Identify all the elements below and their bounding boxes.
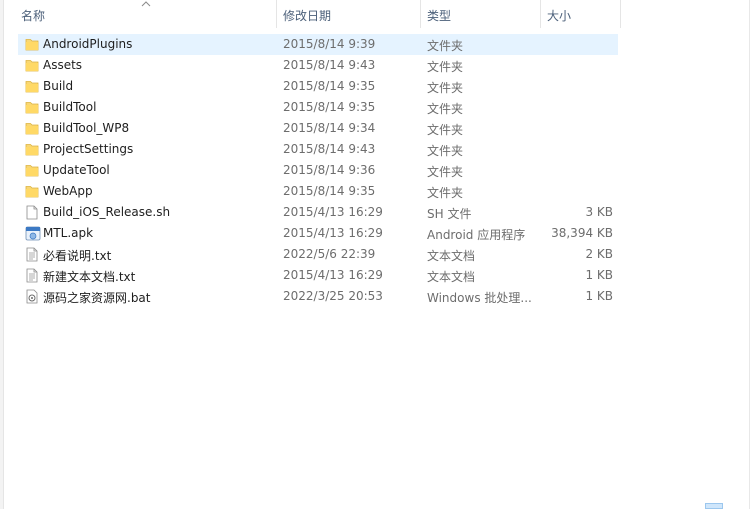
file-modified-date: 2015/8/14 9:43 <box>283 58 376 72</box>
file-type: 文件夹 <box>427 102 464 116</box>
file-name: MTL.apk <box>43 226 94 240</box>
file-row[interactable]: Assets 2015/8/14 9:43 文件夹 <box>18 55 618 76</box>
folder-icon <box>25 163 39 178</box>
file-row[interactable]: 新建文本文档.txt 2015/4/13 16:29 文本文档 1 KB <box>18 265 618 286</box>
file-name: Build_iOS_Release.sh <box>43 205 171 219</box>
file-row[interactable]: Build 2015/8/14 9:35 文件夹 <box>18 76 618 97</box>
file-modified-date: 2015/4/13 16:29 <box>283 268 383 282</box>
batch-file-icon <box>25 289 39 304</box>
left-pane-edge <box>0 0 4 509</box>
file-modified-date: 2015/8/14 9:43 <box>283 142 376 156</box>
column-header-type[interactable]: 类型 <box>421 0 541 28</box>
file-row[interactable]: AndroidPlugins 2015/8/14 9:39 文件夹 <box>18 34 618 55</box>
file-name: 新建文本文档.txt <box>43 270 136 284</box>
file-row[interactable]: BuildTool 2015/8/14 9:35 文件夹 <box>18 97 618 118</box>
file-name: WebApp <box>43 184 93 198</box>
file-type: 文件夹 <box>427 165 464 179</box>
file-icon <box>25 205 39 220</box>
file-modified-date: 2015/8/14 9:36 <box>283 163 376 177</box>
text-file-icon <box>25 268 39 283</box>
column-header-bar: 名称 修改日期 类型 大小 <box>0 0 622 28</box>
file-size: 1 KB <box>585 289 613 303</box>
file-modified-date: 2015/8/14 9:35 <box>283 79 376 93</box>
file-modified-date: 2015/8/14 9:35 <box>283 184 376 198</box>
file-type: 文本文档 <box>427 249 476 263</box>
file-type: 文件夹 <box>427 186 464 200</box>
file-type: SH 文件 <box>427 207 472 221</box>
file-row[interactable]: MTL.apk 2015/4/13 16:29 Android 应用程序 38,394… <box>18 223 618 244</box>
file-modified-date: 2015/8/14 9:35 <box>283 100 376 114</box>
file-name: AndroidPlugins <box>43 37 133 51</box>
file-modified-date: 2015/8/14 9:34 <box>283 121 376 135</box>
file-name: 源码之家资源网.bat <box>43 291 151 305</box>
file-type: 文件夹 <box>427 39 464 53</box>
folder-icon <box>25 37 39 52</box>
file-name: Assets <box>43 58 83 72</box>
file-modified-date: 2022/5/6 22:39 <box>283 247 376 261</box>
folder-icon <box>25 121 39 136</box>
file-modified-date: 2015/4/13 16:29 <box>283 205 383 219</box>
file-name: UpdateTool <box>43 163 110 177</box>
folder-icon <box>25 58 39 73</box>
column-header-date[interactable]: 修改日期 <box>277 0 421 28</box>
file-row[interactable]: 源码之家资源网.bat 2022/3/25 20:53 Windows 批处理...… <box>18 286 618 307</box>
file-type: 文本文档 <box>427 270 476 284</box>
file-type: 文件夹 <box>427 144 464 158</box>
file-size: 3 KB <box>585 205 613 219</box>
file-row[interactable]: BuildTool_WP8 2015/8/14 9:34 文件夹 <box>18 118 618 139</box>
folder-icon <box>25 100 39 115</box>
column-header-date-label: 修改日期 <box>283 9 332 23</box>
apk-icon <box>25 226 41 241</box>
file-type: 文件夹 <box>427 123 464 137</box>
file-name: Build <box>43 79 74 93</box>
column-header-type-label: 类型 <box>427 9 452 23</box>
column-header-size[interactable]: 大小 <box>541 0 621 28</box>
file-type: Windows 批处理... <box>427 291 532 305</box>
file-type: 文件夹 <box>427 81 464 95</box>
sort-ascending-icon <box>141 1 151 7</box>
column-header-size-label: 大小 <box>547 9 572 23</box>
file-size: 1 KB <box>585 268 613 282</box>
file-row[interactable]: ProjectSettings 2015/8/14 9:43 文件夹 <box>18 139 618 160</box>
file-modified-date: 2015/8/14 9:39 <box>283 37 376 51</box>
folder-icon <box>25 79 39 94</box>
column-header-name-label: 名称 <box>21 9 46 23</box>
scrollbar-thumb[interactable] <box>705 503 723 509</box>
file-name: ProjectSettings <box>43 142 134 156</box>
file-row[interactable]: WebApp 2015/8/14 9:35 文件夹 <box>18 181 618 202</box>
file-row[interactable]: 必看说明.txt 2022/5/6 22:39 文本文档 2 KB <box>18 244 618 265</box>
file-modified-date: 2015/4/13 16:29 <box>283 226 383 240</box>
file-name: BuildTool <box>43 100 97 114</box>
file-type: 文件夹 <box>427 60 464 74</box>
file-name: 必看说明.txt <box>43 249 112 263</box>
text-file-icon <box>25 247 39 262</box>
file-name: BuildTool_WP8 <box>43 121 130 135</box>
folder-icon <box>25 184 39 199</box>
folder-icon <box>25 142 39 157</box>
right-scrollbar-edge <box>749 0 753 509</box>
file-modified-date: 2022/3/25 20:53 <box>283 289 383 303</box>
file-row[interactable]: Build_iOS_Release.sh 2015/4/13 16:29 SH 文件… <box>18 202 618 223</box>
file-size: 2 KB <box>585 247 613 261</box>
file-list: AndroidPlugins 2015/8/14 9:39 文件夹 Assets 201… <box>18 34 618 307</box>
file-type: Android 应用程序 <box>427 228 526 242</box>
file-size: 38,394 KB <box>551 226 613 240</box>
file-row[interactable]: UpdateTool 2015/8/14 9:36 文件夹 <box>18 160 618 181</box>
